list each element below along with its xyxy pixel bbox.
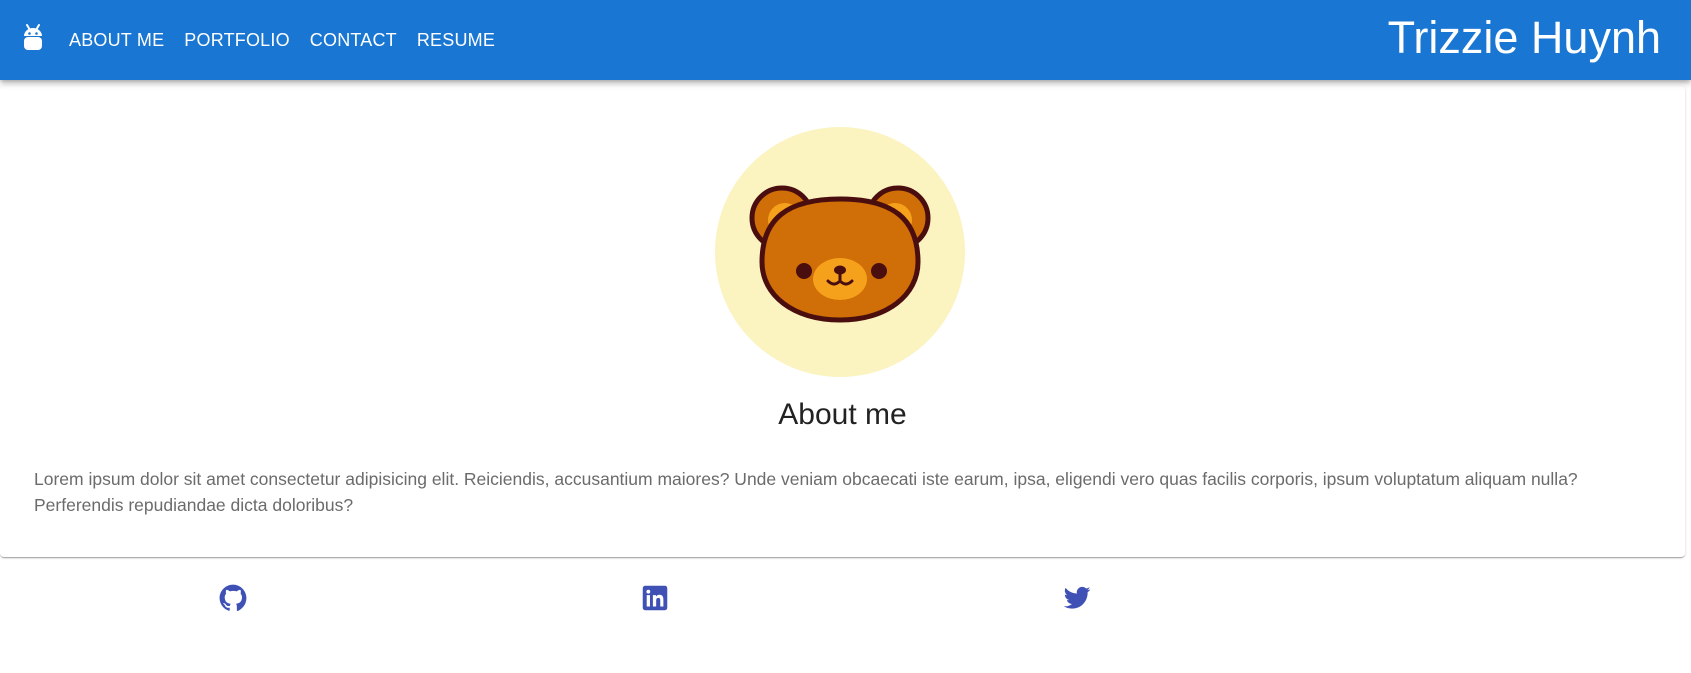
- avatar: [715, 127, 965, 377]
- nav-contact[interactable]: CONTACT: [300, 24, 407, 57]
- github-icon: [219, 584, 247, 611]
- about-title: About me: [778, 398, 907, 431]
- linkedin-link[interactable]: [641, 584, 669, 612]
- about-card: About me Lorem ipsum dolor sit amet cons…: [0, 86, 1685, 557]
- nav-portfolio[interactable]: PORTFOLIO: [174, 24, 300, 57]
- nav-about-me[interactable]: ABOUT ME: [59, 24, 174, 57]
- linkedin-icon: [642, 585, 668, 611]
- twitter-link[interactable]: [1063, 584, 1091, 612]
- github-link[interactable]: [219, 584, 247, 612]
- brand-name: Trizzie Huynh: [1387, 12, 1661, 63]
- main-nav: ABOUT ME PORTFOLIO CONTACT RESUME: [59, 0, 505, 80]
- bear-face-icon: [749, 185, 931, 323]
- social-links: [0, 584, 1691, 614]
- about-text: Lorem ipsum dolor sit amet consectetur a…: [34, 469, 1578, 515]
- app-bar: ABOUT ME PORTFOLIO CONTACT RESUME Trizzi…: [0, 0, 1691, 80]
- android-icon[interactable]: [20, 22, 46, 54]
- nav-resume[interactable]: RESUME: [407, 24, 505, 57]
- twitter-icon: [1063, 586, 1091, 609]
